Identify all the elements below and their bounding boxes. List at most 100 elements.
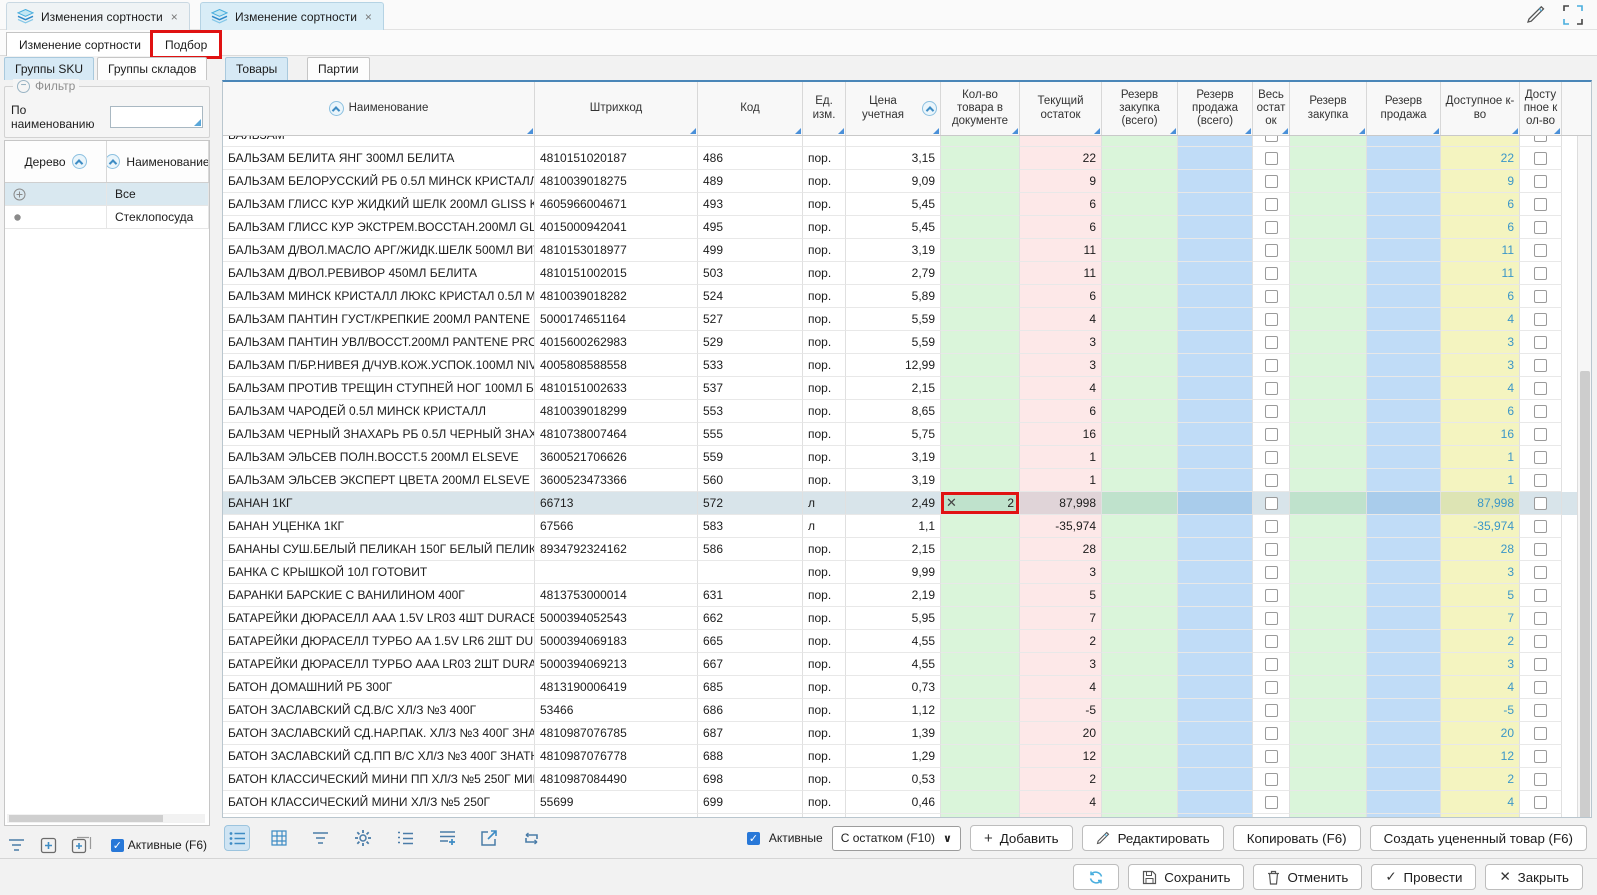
product-row[interactable]: БАТОН ЗАСЛАВСКИЙ СД.ПП В/С ХЛ/З №3 400Г … [223,745,1591,768]
tree-col-header[interactable]: Наименование [107,141,209,182]
cell-ac[interactable] [1520,538,1562,561]
close-icon[interactable]: × [170,10,179,24]
product-row[interactable]: БАТОН ЗАСЛАВСКИЙ СД.В/С ХЛ/З №3 400Г5346… [223,699,1591,722]
col-header-price[interactable]: Цена учетная [846,82,941,135]
cell-ac[interactable] [1520,653,1562,676]
cell-whole[interactable] [1253,136,1290,147]
col-header-doc[interactable]: Кол-во товара в документе [941,82,1020,135]
cell-ac[interactable] [1520,607,1562,630]
cell-ac[interactable] [1520,262,1562,285]
row-checkbox[interactable] [1265,589,1278,602]
list-view-icon[interactable] [225,826,249,850]
row-checkbox[interactable] [1534,796,1547,809]
row-checkbox[interactable] [1265,543,1278,556]
product-row[interactable]: БАТОН ДОМАШНИЙ РБ 300Г4813190006419685по… [223,676,1591,699]
cell-ac[interactable] [1520,354,1562,377]
row-checkbox[interactable] [1265,520,1278,533]
add-subgroup-icon[interactable] [71,836,92,854]
product-row[interactable]: БАЛЬЗАМ ГЛИСС КУР ЭКСТРЕМ.ВОССТАН.200МЛ … [223,216,1591,239]
cell-whole[interactable] [1253,538,1290,561]
product-row[interactable]: БАТАРЕЙКИ ДЮРАСЕЛЛ AAA 1.5V LR03 4ШТ DUR… [223,607,1591,630]
product-row[interactable]: БАНАН 1КГ66713572л2,49✕287,99887,998 [223,492,1591,515]
edit-button[interactable]: Редактировать [1082,825,1224,851]
save-button[interactable]: Сохранить [1128,864,1244,890]
tab-parties[interactable]: Партии [307,57,370,80]
stock-filter-select[interactable]: С остатком (F10) ∨ [832,826,961,851]
cancel-button[interactable]: Отменить [1253,864,1362,890]
cell-whole[interactable] [1253,699,1290,722]
product-row[interactable]: БАЛЬЗАМ ЭЛЬСЕВ ЭКСПЕРТ ЦВЕТА 200МЛ ELSEV… [223,469,1591,492]
row-checkbox[interactable] [1534,520,1547,533]
row-checkbox[interactable] [1534,336,1547,349]
col-header-code[interactable]: Код [698,82,803,135]
cell-whole[interactable] [1253,653,1290,676]
row-checkbox[interactable] [1534,750,1547,763]
cell-whole[interactable] [1253,262,1290,285]
row-checkbox[interactable] [1534,152,1547,165]
cell-whole[interactable] [1253,147,1290,170]
product-row[interactable]: БАТАРЕЙКИ ДЮРАСЕЛЛ ТУРБО AAA LR03 2ШТ DU… [223,653,1591,676]
tab-groups-warehouses[interactable]: Группы складов [97,57,207,80]
product-row[interactable]: БАЛЬЗАМ Д/ВОЛ.МАСЛО АРГ/ЖИДК.ШЕЛК 500МЛ … [223,239,1591,262]
row-checkbox[interactable] [1265,382,1278,395]
row-checkbox[interactable] [1534,589,1547,602]
cell-ac[interactable] [1520,722,1562,745]
row-checkbox[interactable] [1265,198,1278,211]
row-checkbox[interactable] [1534,566,1547,579]
row-checkbox[interactable] [1265,773,1278,786]
add-button[interactable]: + Добавить [970,825,1073,851]
open-external-icon[interactable] [477,826,501,850]
product-row[interactable]: БАЛЬЗАМ ГЛИСС КУР ЖИДКИЙ ШЕЛК 200МЛ GLIS… [223,193,1591,216]
fullscreen-icon[interactable] [1563,5,1583,25]
tab-groups-sku[interactable]: Группы SKU [4,57,94,80]
col-header-rst[interactable]: Резерв продажа (всего) [1178,82,1253,135]
cell-whole[interactable] [1253,170,1290,193]
cell-whole[interactable] [1253,469,1290,492]
row-checkbox[interactable] [1265,313,1278,326]
tree-col-header[interactable]: Дерево [5,141,107,182]
product-row[interactable]: БАЛЬЗАМ БЕЛОРУССКИЙ РБ 0.5Л МИНСК КРИСТА… [223,170,1591,193]
product-row[interactable]: БАЛЬЗАМ ПАНТИН УВЛ/ВОССТ.200МЛ PANTENE P… [223,331,1591,354]
product-row[interactable]: БАТОН ЗАСЛАВСКИЙ СД.НАР.ПАК. ХЛ/З №3 400… [223,722,1591,745]
cell-ac[interactable] [1520,377,1562,400]
clear-x-icon[interactable]: ✕ [946,495,957,511]
cell-whole[interactable] [1253,515,1290,538]
row-checkbox[interactable] [1534,198,1547,211]
grid-vertical-scrollbar[interactable] [1577,136,1591,817]
row-checkbox[interactable] [1265,474,1278,487]
row-checkbox[interactable] [1534,704,1547,717]
product-row[interactable]: БАЛЬЗАМ Д/ВОЛ.РЕВИВОР 450МЛ БЕЛИТА481015… [223,262,1591,285]
product-row[interactable]: БАЛЬЗАМ П/БР.НИВЕЯ Д/ЧУВ.КОЖ.УСПОК.100МЛ… [223,354,1591,377]
row-checkbox[interactable] [1265,497,1278,510]
col-header-barcode[interactable]: Штрихкод [535,82,698,135]
row-checkbox[interactable] [1534,221,1547,234]
cell-whole[interactable] [1253,446,1290,469]
cell-ac[interactable] [1520,136,1562,147]
cell-whole[interactable] [1253,239,1290,262]
cell-ac[interactable] [1520,308,1562,331]
create-markdown-product-button[interactable]: Создать уцененный товар (F6) [1370,825,1587,851]
row-checkbox[interactable] [1534,543,1547,556]
row-checkbox[interactable] [1534,244,1547,257]
collapse-icon[interactable]: − [17,80,30,93]
grid-view-icon[interactable] [267,826,291,850]
col-header-rs[interactable]: Резерв продажа [1367,82,1441,135]
active-checkbox[interactable] [747,832,760,845]
row-checkbox[interactable] [1265,796,1278,809]
cell-whole[interactable] [1253,400,1290,423]
row-checkbox[interactable] [1265,136,1278,142]
sub-tab-podbor[interactable]: Подбор [152,32,220,56]
col-header-avail[interactable]: Доступное к-во [1441,82,1520,135]
row-checkbox[interactable] [1534,658,1547,671]
cell-whole[interactable] [1253,607,1290,630]
product-row[interactable]: БАЛЬЗАМ ЭЛЬСЕВ ПОЛН.ВОССТ.5 200МЛ ELSEVE… [223,446,1591,469]
row-checkbox[interactable] [1265,658,1278,671]
product-row[interactable]: БАТОН КЛАССИЧЕСКИЙ МИНИ ХЛ/З №5 250Г5569… [223,791,1591,814]
sort-icon[interactable] [107,154,120,169]
row-checkbox[interactable] [1534,290,1547,303]
row-checkbox[interactable] [1534,635,1547,648]
cell-ac[interactable] [1520,193,1562,216]
cell-ac[interactable] [1520,469,1562,492]
name-filter-input[interactable] [110,106,203,128]
cell-ac[interactable] [1520,446,1562,469]
